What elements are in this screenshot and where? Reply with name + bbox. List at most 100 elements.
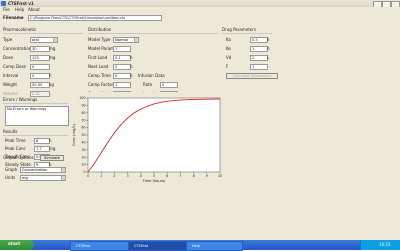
comp-dose-field[interactable]: 0 [30,64,50,70]
vd-field[interactable]: 2 [250,55,268,61]
y-tick-label: 0 [83,170,85,174]
y-tick-label: 20 [81,155,85,159]
next-load-field[interactable]: 0 [113,64,131,70]
y-tick-label: 30 [81,148,85,152]
simulate-button[interactable]: Simulate [40,155,64,161]
peak-time-unit: h [49,138,52,143]
comp-factor-label: Comp Factor [88,82,114,87]
x-tick-label: 8 [193,174,195,178]
comp-dose-label: Comp Dose [3,64,27,69]
ke-unit: h [267,46,270,51]
f-label: F [226,64,229,69]
comp-time-label: Comp Time [88,73,111,78]
start-label: start [8,242,21,247]
x-tick-label: 9 [206,174,208,178]
model-type-label: Model Type [88,37,111,42]
ke-label: Ke [226,46,231,51]
rate-field[interactable]: 0 [160,82,178,88]
x-tick-label: 4 [140,174,142,178]
units-select[interactable]: mg [20,175,66,181]
interval-unit: h [49,73,52,78]
dose-unit: mg [49,55,56,60]
chevron-down-icon[interactable] [61,176,65,180]
clock: 10:23 [379,242,391,247]
weight-field[interactable]: 50.00 [30,82,50,88]
window-title: CTSFirst v1 [8,1,34,6]
filename-label: Filename [3,15,24,20]
y-tick-label: 40 [81,141,85,145]
vd-unit: L [267,55,270,60]
y-tick-label: 70 [81,118,85,122]
y-axis-label: Conc (mg/L) [72,123,76,146]
dose-label: Dose [3,55,14,60]
ka-label: Ka [226,37,232,42]
type-label: Type [3,37,13,42]
units-value: mg [22,176,28,180]
chevron-down-icon[interactable] [61,168,65,172]
peak-conc-label: Peak Conc [5,146,26,151]
chevron-down-icon[interactable] [134,38,138,42]
concentration-label: Concentration [3,46,32,51]
drug-header: Drug Parameters [222,27,256,32]
menu-about[interactable]: About [28,7,40,12]
x-axis-label: Time (hours) [142,179,166,183]
graph-select[interactable]: Concentration [20,167,66,173]
menu-file[interactable]: File [3,7,10,12]
y-tick-label: 80 [81,111,85,115]
vd-label: Vd [226,55,232,60]
volume-unit: L [49,91,52,96]
x-tick-label: 3 [127,174,129,178]
plot-area [87,97,221,173]
x-tick-label: 2 [113,174,115,178]
start-button[interactable]: start [0,240,34,250]
y-tick-label: 60 [81,126,85,130]
x-tick-label: 0 [87,174,89,178]
x-tick-label: 7 [179,174,181,178]
y-tick-label: 90 [81,104,85,108]
first-load-field[interactable]: 0.1 [113,55,131,61]
ka-field[interactable]: 0.5 [250,37,268,43]
model-type-value: Normal [115,38,129,42]
drug-divider [222,33,272,34]
x-tick-label: 5 [153,174,155,178]
type-select[interactable]: oral [30,37,58,43]
comp-factor-field[interactable]: 1 [113,82,131,88]
units-label: Units [5,175,16,180]
interval-label: Interval [3,73,19,78]
filename-field[interactable]: C:\Program Files\CTS\CTSFirst\Simulation… [28,15,162,21]
distribution-header: Distribution [88,27,112,32]
next-load-label: Next Load [88,64,109,69]
f-field[interactable]: 1 [250,64,268,70]
concentration-chart: 0 1 2 3 4 5 6 7 8 9 100102030405060708090100Time (… [70,92,230,187]
comp-time-field[interactable]: 0 [113,73,131,79]
y-tick-label: 100 [79,96,85,100]
distribution-divider [88,33,218,34]
concentration-unit: mg [49,46,56,51]
x-tick-label: 10 [218,174,222,178]
dose-field[interactable]: 125 [30,55,50,61]
y-tick-label: 50 [81,133,85,137]
peak-time-field: 8 [34,138,50,144]
comp-time-unit: h [130,73,133,78]
ka-unit: h [267,37,270,42]
type-value: oral [32,38,39,42]
model-param-label: Model Param [88,46,114,51]
chevron-down-icon[interactable] [53,38,57,42]
output-options-header: Output Options [3,155,34,160]
interval-field[interactable]: 0 [30,73,50,79]
concentration-field[interactable]: 30 [30,46,50,52]
x-tick-label: 1 [100,174,102,178]
rate-label: Rate [143,82,153,87]
peak-conc-field: 7.7 [34,146,50,152]
y-tick-label: 10 [81,163,85,167]
first-load-unit: h [130,55,133,60]
model-type-select[interactable]: Normal [113,37,139,43]
weight-label: Weight [3,82,17,87]
results-header: Results [3,129,18,134]
infusion-header: Infusion Data [138,73,165,78]
model-param-field[interactable]: 1 [113,46,131,52]
x-tick-label: 6 [166,174,168,178]
ke-field[interactable]: 1 [250,46,268,52]
menu-help[interactable]: Help [15,7,24,12]
messages-box[interactable]: No Errors or Warnings [5,106,69,126]
